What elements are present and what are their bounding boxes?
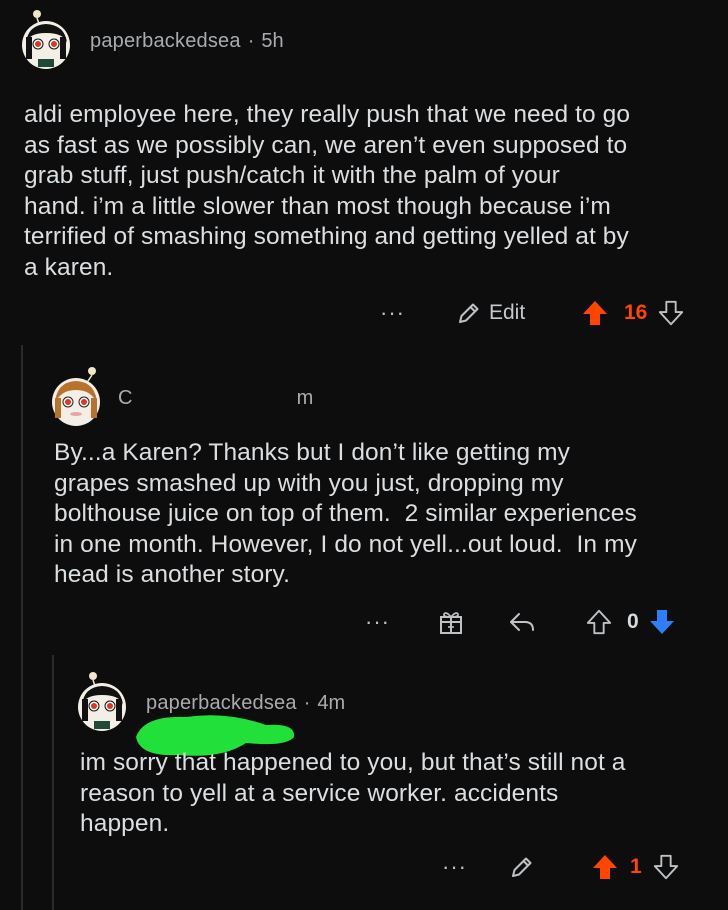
vote-count: 0 — [627, 610, 639, 633]
comment-3-header: paperbackedsea · 4m — [76, 672, 346, 731]
user-avatar[interactable] — [76, 672, 128, 731]
vote-count: 1 — [630, 855, 642, 878]
comment-thread-page: paperbackedsea · 5h aldi employee here, … — [0, 0, 728, 910]
downvote-arrow-icon[interactable] — [647, 607, 677, 637]
reply-arrow-icon — [510, 613, 534, 631]
meta-separator: · — [303, 691, 311, 714]
comment-age: 4m — [317, 691, 346, 714]
comment-username[interactable]: paperbackedsea — [146, 692, 297, 715]
more-options-button[interactable]: ··· — [442, 856, 467, 878]
comment-username-prefix[interactable]: C — [118, 387, 133, 410]
snoo-avatar-icon — [78, 672, 126, 731]
vote-controls: 1 — [590, 852, 680, 882]
downvote-arrow-icon[interactable] — [652, 853, 680, 881]
more-options-button[interactable]: ··· — [365, 611, 390, 633]
comment-2-header: C m — [50, 367, 314, 426]
reply-button[interactable] — [507, 608, 537, 636]
comment-age: 5h — [261, 29, 284, 52]
edit-button[interactable]: Edit — [455, 299, 525, 327]
comment-body: im sorry that happened to you, but that’… — [80, 749, 626, 837]
edit-button[interactable] — [508, 853, 536, 881]
comment-1: paperbackedsea · 5h aldi employee here, … — [0, 0, 728, 345]
comment-1-header: paperbackedsea · 5h — [20, 10, 284, 69]
vote-count: 16 — [624, 301, 648, 324]
comment-1-actions: ··· Edit 16 — [0, 296, 728, 332]
upvote-arrow-icon[interactable] — [590, 852, 620, 882]
comment-3-actions: ··· 1 — [0, 850, 728, 886]
snoo-avatar-icon — [52, 367, 100, 426]
comment-age-suffix: m — [296, 386, 314, 409]
vote-controls: 0 — [585, 607, 677, 637]
comment-2: C m By...a Karen? Thanks but I don’t lik… — [0, 345, 728, 756]
comment-2-actions: ··· 0 — [0, 605, 728, 641]
snoo-avatar-icon — [22, 10, 70, 69]
pencil-icon — [459, 303, 479, 323]
downvote-arrow-icon[interactable] — [657, 299, 685, 327]
pencil-icon — [512, 857, 532, 877]
vote-controls: 16 — [580, 298, 685, 328]
user-avatar[interactable] — [20, 10, 72, 69]
meta-separator: · — [247, 29, 255, 52]
user-avatar[interactable] — [50, 367, 102, 426]
more-options-button[interactable]: ··· — [380, 302, 405, 324]
edit-label: Edit — [489, 301, 526, 324]
comment-3: paperbackedsea · 4m im sorry that happen… — [0, 655, 728, 910]
comment-body: aldi employee here, they really push tha… — [24, 101, 631, 281]
award-button[interactable] — [437, 608, 465, 636]
upvote-arrow-icon[interactable] — [580, 298, 610, 328]
comment-body: By...a Karen? Thanks but I don’t like ge… — [54, 439, 637, 588]
upvote-arrow-icon[interactable] — [585, 607, 613, 637]
comment-username[interactable]: paperbackedsea — [90, 30, 241, 53]
award-icon — [440, 612, 462, 634]
